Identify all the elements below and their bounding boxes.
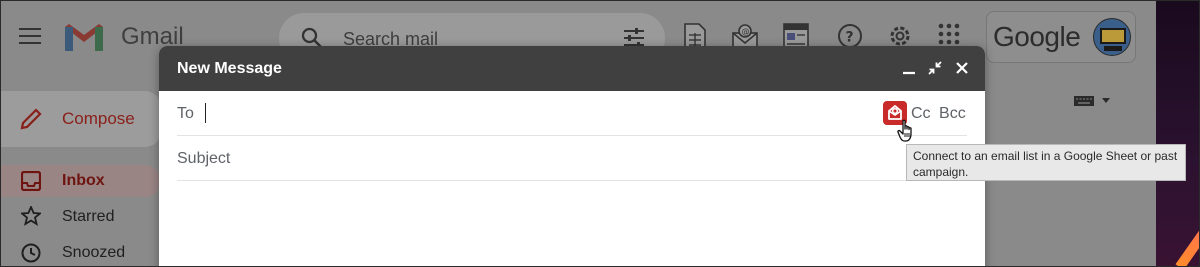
compose-dialog: New Message To Cc Bcc Subject bbox=[159, 46, 985, 266]
to-label: To bbox=[177, 105, 194, 122]
sidebar-item-label: Snoozed bbox=[62, 244, 126, 261]
screenshot-frame: Gmail Search mail @ ? Google Compose Inb… bbox=[0, 0, 1200, 267]
divider bbox=[177, 135, 967, 136]
compose-label: Compose bbox=[62, 109, 135, 128]
main-menu-icon[interactable] bbox=[19, 28, 41, 46]
gmail-logo bbox=[65, 24, 103, 51]
minimize-icon[interactable] bbox=[901, 60, 917, 76]
sidebar-item-label: Inbox bbox=[62, 172, 105, 189]
desktop-background bbox=[1156, 1, 1199, 266]
keyboard-icon[interactable] bbox=[1073, 94, 1113, 108]
text-caret bbox=[205, 103, 206, 123]
subject-field[interactable]: Subject bbox=[177, 150, 230, 168]
compose-title: New Message bbox=[177, 60, 282, 77]
clock-icon bbox=[21, 243, 41, 263]
pencil-icon bbox=[20, 108, 42, 130]
close-icon[interactable] bbox=[954, 60, 970, 76]
star-icon bbox=[21, 206, 41, 226]
sidebar-item-label: Starred bbox=[62, 208, 115, 225]
svg-text:@: @ bbox=[742, 27, 750, 36]
svg-text:?: ? bbox=[846, 30, 854, 46]
to-field[interactable] bbox=[211, 101, 871, 127]
inbox-icon bbox=[21, 171, 41, 191]
cc-bcc-group: Cc Bcc bbox=[911, 105, 970, 123]
apps-grid-icon[interactable] bbox=[938, 23, 960, 45]
avatar[interactable] bbox=[1093, 18, 1131, 56]
google-wordmark: Google bbox=[993, 21, 1081, 52]
exit-fullscreen-icon[interactable] bbox=[927, 60, 943, 76]
divider bbox=[177, 180, 967, 181]
compose-header[interactable]: New Message bbox=[159, 46, 985, 91]
bcc-button[interactable]: Bcc bbox=[939, 105, 966, 122]
addon-tooltip: Connect to an email list in a Google She… bbox=[906, 144, 1186, 181]
hand-pointer-cursor bbox=[897, 119, 912, 142]
